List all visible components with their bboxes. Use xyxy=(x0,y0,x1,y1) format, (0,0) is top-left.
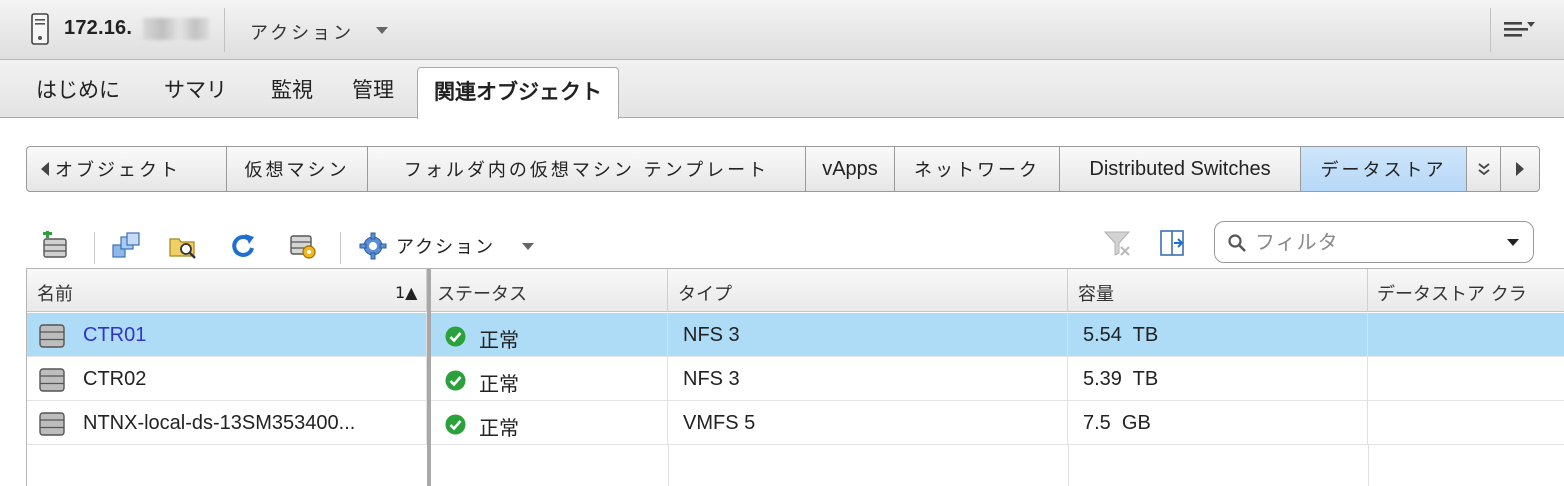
column-line xyxy=(1368,445,1369,486)
more-tabs-button[interactable] xyxy=(1467,147,1501,191)
toolbar-divider xyxy=(340,232,341,264)
column-header-name[interactable]: 名前 1▲ xyxy=(27,269,427,312)
status-cell: 正常 xyxy=(431,313,668,357)
search-icon xyxy=(1228,234,1246,252)
datastore-cluster-cell xyxy=(1368,357,1564,401)
filter-dropdown-icon[interactable] xyxy=(1507,239,1519,246)
new-datastore-icon[interactable] xyxy=(40,231,70,261)
status-ok-icon xyxy=(445,414,466,435)
host-name: 172.16. xyxy=(64,17,133,39)
tab-summary[interactable]: サマリ xyxy=(164,74,227,104)
status-text: 正常 xyxy=(479,374,519,396)
chevron-down-icon[interactable] xyxy=(522,243,534,250)
refresh-icon[interactable] xyxy=(228,231,258,261)
datastore-icon xyxy=(39,368,65,392)
subtab-label: オブジェクト xyxy=(55,160,181,181)
column-chooser-icon[interactable] xyxy=(1158,228,1188,258)
datastore-icon xyxy=(39,324,65,348)
subtab-distributed-switches[interactable]: Distributed Switches xyxy=(1060,147,1301,191)
list-menu-icon[interactable] xyxy=(1500,18,1540,40)
column-header-capacity[interactable]: 容量 xyxy=(1068,269,1368,312)
name-cell: CTR02 xyxy=(27,357,427,401)
subtab-datastores[interactable]: データストア xyxy=(1301,147,1467,191)
datastore-name-link[interactable]: CTR02 xyxy=(83,368,146,391)
column-header-type[interactable]: タイプ xyxy=(668,269,1068,312)
subtab-networks[interactable]: ネットワーク xyxy=(895,147,1060,191)
datastore-settings-icon[interactable] xyxy=(288,231,318,261)
column-header-datastore-cluster[interactable]: データストア クラ xyxy=(1368,269,1564,312)
filter-field[interactable] xyxy=(1214,221,1534,263)
datastore-name-link[interactable]: CTR01 xyxy=(83,324,146,347)
table-row[interactable]: NTNX-local-ds-13SM353400... 正常 VMFS 5 7.… xyxy=(27,401,1564,445)
scroll-left-icon[interactable] xyxy=(41,162,49,176)
gear-icon[interactable] xyxy=(358,231,388,261)
datastore-cluster-cell xyxy=(1368,313,1564,357)
table-row[interactable]: CTR02 正常 NFS 3 5.39 TB xyxy=(27,357,1564,401)
subtab-virtual-machines[interactable]: 仮想マシン xyxy=(227,147,368,191)
browse-files-icon[interactable] xyxy=(168,231,198,261)
datastore-grid: 名前 1▲ ステータス タイプ 容量 データストア クラ CTR01 正常 NF… xyxy=(26,268,1564,486)
scroll-right-button[interactable] xyxy=(1501,147,1539,191)
capacity-cell: 5.39 TB xyxy=(1068,357,1368,401)
status-cell: 正常 xyxy=(431,357,668,401)
status-text: 正常 xyxy=(479,330,519,352)
main-tab-bar: はじめに サマリ 監視 管理 関連オブジェクト xyxy=(0,60,1564,119)
scroll-right-icon xyxy=(1516,162,1524,176)
status-text: 正常 xyxy=(479,418,519,440)
column-line xyxy=(668,445,669,486)
status-cell: 正常 xyxy=(431,401,668,445)
subtab-vm-templates-in-folders[interactable]: フォルダ内の仮想マシン テンプレート xyxy=(368,147,806,191)
datastore-name-link[interactable]: NTNX-local-ds-13SM353400... xyxy=(83,412,355,435)
status-ok-icon xyxy=(445,326,466,347)
column-header-status[interactable]: ステータス xyxy=(431,269,668,312)
name-cell: CTR01 xyxy=(27,313,427,357)
filter-input[interactable] xyxy=(1255,228,1495,256)
clear-filter-icon[interactable] xyxy=(1102,228,1132,258)
toolbar-actions-menu[interactable]: アクション xyxy=(396,233,495,259)
host-server-icon xyxy=(31,13,49,45)
header-divider xyxy=(224,8,225,52)
related-objects-subtab-bar: オブジェクト 仮想マシン フォルダ内の仮想マシン テンプレート vApps ネッ… xyxy=(26,146,1540,192)
datastore-cluster-cell xyxy=(1368,401,1564,445)
column-line xyxy=(1068,445,1069,486)
capacity-cell: 5.54 TB xyxy=(1068,313,1368,357)
header-divider-right xyxy=(1490,8,1491,52)
type-cell: NFS 3 xyxy=(668,313,1068,357)
subtab-vapps[interactable]: vApps xyxy=(806,147,895,191)
sort-ascending-indicator: 1▲ xyxy=(395,283,418,302)
status-ok-icon xyxy=(445,370,466,391)
chevron-down-icon[interactable] xyxy=(376,27,388,34)
header-actions-menu[interactable]: アクション xyxy=(250,19,354,45)
double-chevron-down-icon xyxy=(1477,163,1490,176)
name-cell: NTNX-local-ds-13SM353400... xyxy=(27,401,427,445)
subtab-objects[interactable]: オブジェクト xyxy=(27,147,227,191)
tab-related-objects[interactable]: 関連オブジェクト xyxy=(417,67,619,119)
toolbar-divider xyxy=(94,232,95,264)
table-row[interactable]: CTR01 正常 NFS 3 5.54 TB xyxy=(27,313,1564,357)
type-cell: NFS 3 xyxy=(668,357,1068,401)
tab-getting-started[interactable]: はじめに xyxy=(36,74,120,104)
column-header-label: 名前 xyxy=(37,284,73,305)
grid-header: 名前 1▲ ステータス タイプ 容量 データストア クラ xyxy=(27,269,1564,312)
capacity-cell: 7.5 GB xyxy=(1068,401,1368,445)
datastore-icon xyxy=(39,412,65,436)
register-vm-icon[interactable] xyxy=(111,231,141,261)
type-cell: VMFS 5 xyxy=(668,401,1068,445)
frozen-column-splitter[interactable] xyxy=(427,269,431,486)
tab-monitor[interactable]: 監視 xyxy=(271,74,313,104)
tab-manage[interactable]: 管理 xyxy=(352,74,394,104)
host-name-redacted xyxy=(143,18,209,40)
object-header: 172.16. アクション xyxy=(0,0,1564,60)
